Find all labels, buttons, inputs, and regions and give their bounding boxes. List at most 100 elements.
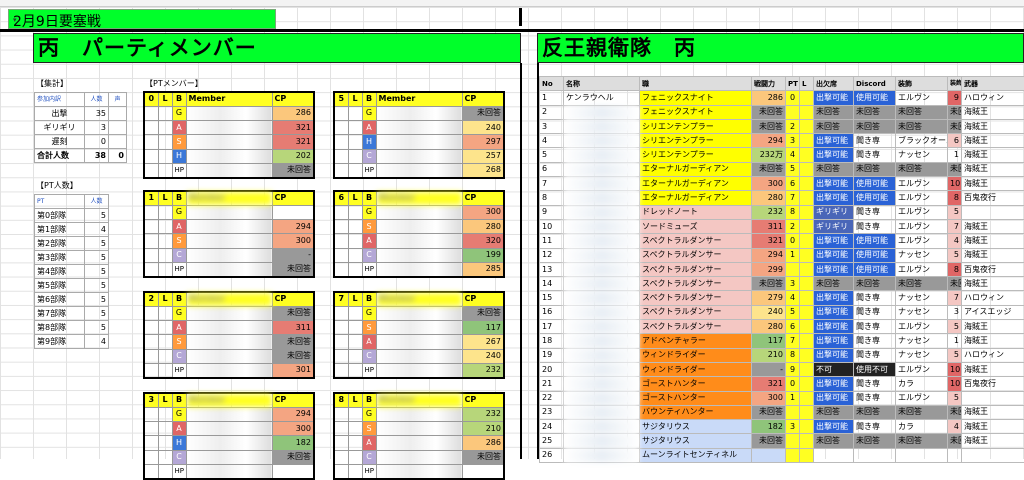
roster-cell[interactable] <box>786 434 800 448</box>
party-role-cell[interactable]: G <box>362 407 376 421</box>
roster-cell[interactable]: ゴーストハンター <box>640 377 752 391</box>
party-member-cell[interactable] <box>376 220 462 234</box>
roster-cell[interactable]: 300 <box>752 177 786 191</box>
roster-cell[interactable] <box>564 320 640 334</box>
party-cp-cell[interactable] <box>462 464 504 478</box>
roster-cell[interactable]: 7 <box>786 191 800 205</box>
party-l-cell[interactable] <box>348 220 362 234</box>
roster-cell[interactable] <box>564 191 640 205</box>
party-member-cell[interactable] <box>376 349 462 363</box>
roster-cell[interactable]: 3 <box>786 134 800 148</box>
roster-cell[interactable]: 10 <box>540 219 564 233</box>
party-row[interactable]: A286 <box>334 436 504 450</box>
roster-cell[interactable]: 6 <box>948 134 962 148</box>
roster-cell[interactable]: 出撃可能 <box>814 348 854 362</box>
party-cp-cell[interactable]: 未回答 <box>272 335 314 349</box>
roster-cell[interactable]: 232 <box>752 205 786 219</box>
roster-cell[interactable]: スペクトラルダンサー <box>640 291 752 305</box>
party-role-cell[interactable]: A <box>172 422 186 436</box>
pt-count-cell[interactable]: 第7部隊 <box>35 307 85 321</box>
party-cp-cell[interactable]: 未回答 <box>462 450 504 464</box>
roster-row[interactable]: 16スペクトラルダンサー2405出撃可能聞き専ナッセン3アイスエッジ <box>540 305 1024 319</box>
party-blank[interactable] <box>144 163 158 177</box>
roster-cell[interactable] <box>564 248 640 262</box>
summary-cell[interactable]: ギリギリ <box>35 121 85 135</box>
roster-cell[interactable]: 聞き専 <box>854 391 896 405</box>
roster-cell[interactable]: 300 <box>752 391 786 405</box>
roster-row[interactable]: 17スペクトラルダンサー2806出撃可能聞き専エルヴン5海賊王 <box>540 320 1024 334</box>
party-member-cell[interactable] <box>186 205 272 219</box>
roster-cell[interactable] <box>854 448 896 462</box>
roster-cell[interactable] <box>564 334 640 348</box>
pt-count-cell[interactable]: 4 <box>85 335 109 349</box>
roster-cell[interactable] <box>800 148 814 162</box>
party-cp-cell[interactable]: 182 <box>272 436 314 450</box>
party-member-cell[interactable] <box>186 464 272 478</box>
party-l-cell[interactable] <box>158 248 172 262</box>
roster-cell[interactable]: 海賊王 <box>962 334 1024 348</box>
party-blank[interactable] <box>334 205 348 219</box>
party-header-row[interactable]: 8LBMemberCP <box>334 393 504 407</box>
party-blank[interactable] <box>144 363 158 377</box>
roster-cell[interactable] <box>962 448 1024 462</box>
party-blank[interactable] <box>144 135 158 149</box>
roster-cell[interactable]: 2 <box>786 219 800 233</box>
roster-cell[interactable]: 4 <box>786 148 800 162</box>
roster-cell[interactable]: 3 <box>540 119 564 133</box>
party-row[interactable]: HP未回答 <box>144 163 314 177</box>
roster-cell[interactable]: 海賊王 <box>962 405 1024 419</box>
party-role-cell[interactable]: HP <box>172 163 186 177</box>
roster-cell[interactable]: 未回答 <box>752 405 786 419</box>
party-l-cell[interactable] <box>158 234 172 248</box>
roster-cell[interactable]: 0 <box>786 234 800 248</box>
party-blank[interactable] <box>144 335 158 349</box>
party-member-cell[interactable] <box>376 335 462 349</box>
roster-cell[interactable]: 5 <box>948 348 962 362</box>
party-blank[interactable] <box>334 248 348 262</box>
party-blank[interactable] <box>334 149 348 163</box>
summary-cell[interactable]: 出撃 <box>35 107 85 121</box>
party-blank[interactable] <box>144 121 158 135</box>
party-member-cell[interactable] <box>186 234 272 248</box>
roster-cell[interactable]: 279 <box>752 291 786 305</box>
roster-cell[interactable]: 未回答 <box>814 119 854 133</box>
roster-cell[interactable] <box>800 348 814 362</box>
party-l-cell[interactable] <box>348 349 362 363</box>
roster-cell[interactable]: 海賊王 <box>962 177 1024 191</box>
party-blank[interactable] <box>144 464 158 478</box>
roster-cell[interactable]: 8 <box>786 205 800 219</box>
roster-cell[interactable] <box>800 277 814 291</box>
roster-cell[interactable] <box>800 334 814 348</box>
party-role-cell[interactable]: H <box>172 436 186 450</box>
roster-cell[interactable]: 5 <box>786 162 800 176</box>
roster-cell[interactable]: 出撃可能 <box>814 334 854 348</box>
roster-cell[interactable] <box>948 448 962 462</box>
roster-cell[interactable] <box>564 234 640 248</box>
pt-count-row[interactable]: 第4部隊5 <box>35 265 109 279</box>
freeze-divider-horizontal[interactable] <box>0 29 1024 32</box>
roster-cell[interactable]: 使用可能 <box>854 234 896 248</box>
roster-cell[interactable]: 未回答 <box>854 277 896 291</box>
roster-cell[interactable] <box>564 391 640 405</box>
roster-cell[interactable] <box>800 91 814 105</box>
party-l-cell[interactable] <box>348 436 362 450</box>
party-cp-cell[interactable]: 268 <box>462 163 504 177</box>
pt-count-cell[interactable]: 5 <box>85 237 109 251</box>
roster-row[interactable]: 7エターナルガーディアン3006出撃可能使用可能エルヴン10海賊王 <box>540 177 1024 191</box>
roster-cell[interactable]: 14 <box>540 277 564 291</box>
party-row[interactable]: A294 <box>144 220 314 234</box>
roster-cell[interactable]: 聞き専 <box>854 291 896 305</box>
party-role-cell[interactable]: C <box>362 450 376 464</box>
party-l-cell[interactable] <box>348 407 362 421</box>
roster-cell[interactable]: ナッセン <box>896 334 948 348</box>
roster-cell[interactable]: 2 <box>540 105 564 119</box>
party-member-cell[interactable] <box>186 422 272 436</box>
roster-cell[interactable]: 23 <box>540 405 564 419</box>
party-cp-cell[interactable]: 未回答 <box>272 262 314 276</box>
roster-cell[interactable]: フェニックスナイト <box>640 105 752 119</box>
party-member-cell[interactable] <box>376 135 462 149</box>
roster-cell[interactable]: サジタリウス <box>640 420 752 434</box>
roster-cell[interactable] <box>564 148 640 162</box>
roster-row[interactable]: 6エターナルガーディアン未回答5未回答未回答未回答未回海賊王 <box>540 162 1024 176</box>
roster-cell[interactable]: 未回答 <box>896 434 948 448</box>
